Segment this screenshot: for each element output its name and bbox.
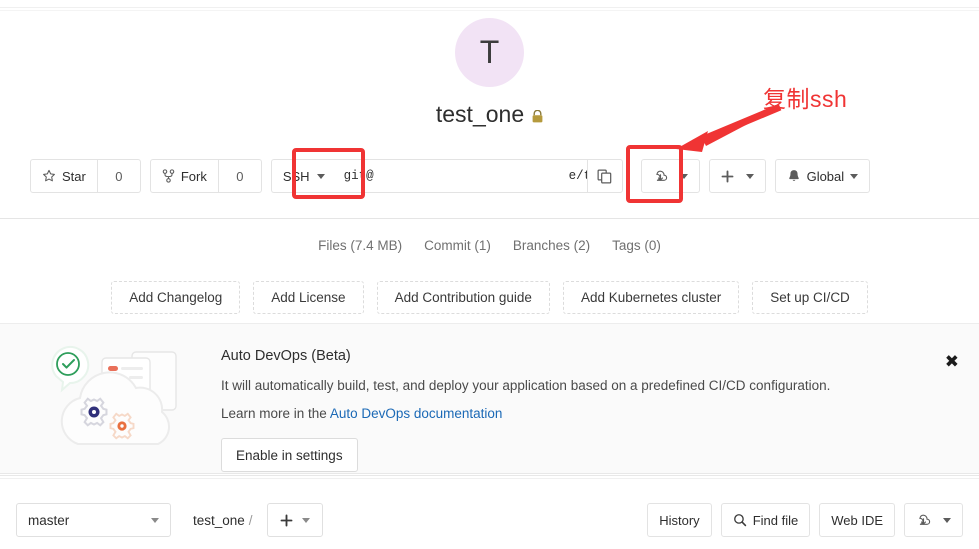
bottom-divider <box>0 475 979 476</box>
find-file-label: Find file <box>752 512 799 528</box>
chevron-down-icon <box>151 517 159 523</box>
branch-name: master <box>28 512 70 528</box>
chevron-down-icon <box>301 517 310 523</box>
quick-actions: Add Changelog Add License Add Contributi… <box>0 281 979 314</box>
add-to-tree-button[interactable] <box>266 503 323 537</box>
auto-devops-learn-more: Learn more in the Auto DevOps documentat… <box>221 406 901 421</box>
clone-protocol-dropdown[interactable]: SSH <box>270 159 336 193</box>
find-file-button[interactable]: Find file <box>720 503 811 537</box>
stat-tags[interactable]: Tags (0) <box>612 238 661 253</box>
repository-toolbar-right: History Find file Web IDE <box>647 503 963 537</box>
add-contribution-guide-button[interactable]: Add Contribution guide <box>376 281 550 314</box>
web-ide-button[interactable]: Web IDE <box>819 503 895 537</box>
history-button[interactable]: History <box>647 503 712 537</box>
project-name: test_one <box>435 101 525 127</box>
bell-icon <box>787 169 801 184</box>
plus-icon <box>721 170 734 183</box>
fork-label: Fork <box>180 168 207 184</box>
download-icon <box>653 169 668 184</box>
add-license-button[interactable]: Add License <box>253 281 364 314</box>
chevron-down-icon <box>850 173 859 179</box>
project-stats: Files (7.4 MB) Commit (1) Branches (2) T… <box>0 238 979 253</box>
clone-url-redacted <box>374 169 569 183</box>
plus-icon <box>280 514 293 527</box>
breadcrumb: test_one / <box>193 513 253 528</box>
download-repository-button[interactable] <box>904 503 963 537</box>
fork-button[interactable]: Fork <box>149 159 219 193</box>
stat-branches[interactable]: Branches (2) <box>513 238 590 253</box>
close-icon[interactable]: ✖ <box>945 354 959 371</box>
annotation-text: 复制ssh <box>763 86 848 112</box>
stat-files[interactable]: Files (7.4 MB) <box>318 238 402 253</box>
auto-devops-illustration <box>51 346 177 445</box>
auto-devops-panel: Auto DevOps (Beta) It will automatically… <box>0 323 979 474</box>
breadcrumb-root[interactable]: test_one <box>193 513 245 528</box>
breadcrumb-separator: / <box>248 512 253 528</box>
stat-commits[interactable]: Commit (1) <box>424 238 491 253</box>
download-source-button[interactable] <box>640 159 700 193</box>
learn-more-prefix: Learn more in the <box>221 406 330 421</box>
section-divider <box>0 218 979 219</box>
fork-icon <box>162 169 175 183</box>
lock-icon <box>532 110 543 123</box>
auto-devops-documentation-link[interactable]: Auto DevOps documentation <box>330 406 503 421</box>
copy-icon <box>597 169 612 184</box>
project-avatar: T <box>455 18 524 87</box>
star-count[interactable]: 0 <box>97 159 141 193</box>
top-divider-secondary <box>0 10 979 11</box>
bottom-divider-secondary <box>0 478 979 479</box>
star-icon <box>42 169 56 183</box>
clone-url-prefix: git@ <box>343 169 374 183</box>
top-divider <box>0 7 979 8</box>
auto-devops-description: It will automatically build, test, and d… <box>221 378 831 393</box>
download-icon <box>916 513 931 528</box>
copy-url-button[interactable] <box>586 159 623 193</box>
project-action-row: Star 0 Fork 0 SSH git@ e/ Global <box>0 155 979 197</box>
search-icon <box>733 513 747 527</box>
enable-in-settings-button[interactable]: Enable in settings <box>221 438 358 472</box>
chevron-down-icon <box>745 173 754 179</box>
clone-url-suffix: e/test_o <box>568 169 587 183</box>
branch-selector[interactable]: master <box>16 503 171 537</box>
notification-dropdown[interactable]: Global <box>774 159 871 193</box>
star-group: Star 0 <box>30 159 141 193</box>
create-new-button[interactable] <box>708 159 766 193</box>
fork-count[interactable]: 0 <box>218 159 262 193</box>
gitlab-project-page: T test_one Star 0 Fork 0 SSH git@ e/ Glo… <box>0 0 979 549</box>
notification-label: Global <box>806 168 845 184</box>
fork-group: Fork 0 <box>149 159 262 193</box>
repository-toolbar: master test_one / History Find file Web … <box>0 500 979 540</box>
star-label: Star <box>62 168 86 184</box>
add-kubernetes-cluster-button[interactable]: Add Kubernetes cluster <box>562 281 740 314</box>
chevron-down-icon <box>316 173 325 179</box>
clone-url-input[interactable]: git@ e/test_o <box>335 159 587 193</box>
clone-protocol-label: SSH <box>282 168 310 184</box>
add-changelog-button[interactable]: Add Changelog <box>111 281 241 314</box>
auto-devops-content: Auto DevOps (Beta) It will automatically… <box>221 348 901 472</box>
star-button[interactable]: Star <box>30 159 98 193</box>
chevron-down-icon <box>679 173 688 179</box>
clone-widget: SSH git@ e/test_o <box>270 159 623 193</box>
chevron-down-icon <box>943 517 951 523</box>
set-up-cicd-button[interactable]: Set up CI/CD <box>752 281 868 314</box>
auto-devops-title: Auto DevOps (Beta) <box>221 348 351 364</box>
